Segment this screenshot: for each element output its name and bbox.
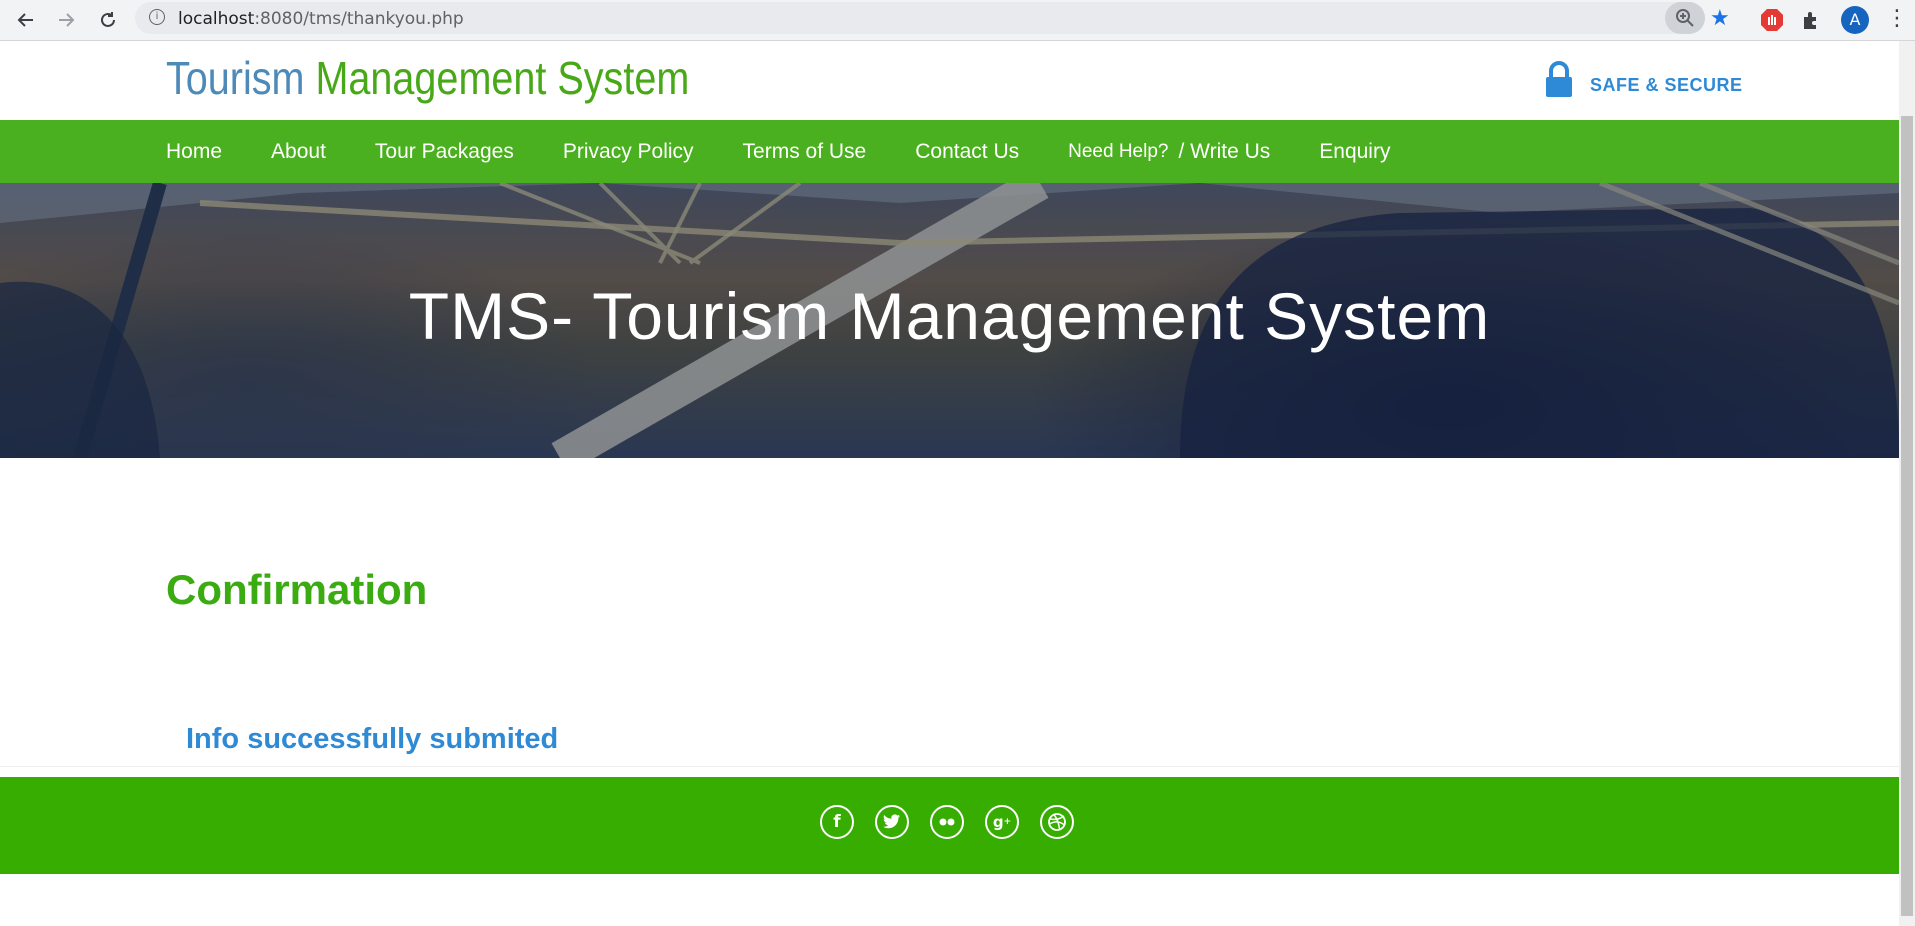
hero-banner: TMS- Tourism Management System bbox=[0, 183, 1899, 458]
lock-icon bbox=[1544, 61, 1574, 97]
dribbble-icon[interactable] bbox=[1040, 805, 1074, 839]
nav-item-privacy-policy[interactable]: Privacy Policy bbox=[563, 140, 694, 164]
nav-item-home[interactable]: Home bbox=[166, 140, 222, 164]
banner-title: TMS- Tourism Management System bbox=[408, 279, 1491, 353]
back-arrow-icon[interactable] bbox=[12, 6, 40, 34]
nav-item-about[interactable]: About bbox=[271, 140, 326, 164]
url-host: localhost bbox=[178, 9, 255, 29]
nav-item-contact-us[interactable]: Contact Us bbox=[915, 140, 1019, 164]
profile-avatar[interactable]: A bbox=[1841, 6, 1869, 34]
reload-icon[interactable] bbox=[94, 6, 122, 34]
info-icon[interactable]: i bbox=[149, 9, 165, 25]
scrollbar-thumb[interactable] bbox=[1901, 116, 1913, 916]
nav-item-write-us[interactable]: / Write Us bbox=[1178, 140, 1270, 164]
star-icon[interactable]: ★ bbox=[1710, 6, 1730, 31]
zoom-icon[interactable] bbox=[1665, 2, 1705, 34]
logo-word-tourism: Tourism bbox=[166, 52, 305, 104]
browser-toolbar: i localhost:8080/tms/thankyou.php ★ A ⋮ bbox=[0, 0, 1915, 41]
nav-item-terms-of-use[interactable]: Terms of Use bbox=[743, 140, 867, 164]
nav-need-help: Need Help? bbox=[1068, 140, 1169, 162]
confirmation-heading: Confirmation bbox=[166, 566, 428, 613]
menu-icon[interactable]: ⋮ bbox=[1886, 6, 1908, 31]
nav-item-tour-packages[interactable]: Tour Packages bbox=[375, 140, 514, 164]
google-plus-icon[interactable]: g + bbox=[985, 805, 1019, 839]
footer-divider bbox=[0, 766, 1899, 767]
confirmation-message: Info successfully submited bbox=[186, 723, 559, 755]
page-scrollbar[interactable] bbox=[1899, 41, 1915, 926]
adblock-icon[interactable] bbox=[1760, 8, 1784, 32]
url-path: :8080/tms/thankyou.php bbox=[254, 9, 464, 29]
safe-secure-label: SAFE & SECURE bbox=[1590, 74, 1743, 95]
site-logo[interactable]: Tourism Management System bbox=[166, 51, 689, 105]
logo-word-rest: Management System bbox=[304, 52, 690, 104]
site-footer: f g + bbox=[0, 777, 1899, 874]
forward-arrow-icon[interactable] bbox=[52, 6, 80, 34]
site-header: Tourism Management System SAFE & SECURE bbox=[0, 41, 1899, 120]
extensions-icon[interactable] bbox=[1800, 8, 1824, 32]
main-nav: Home About Tour Packages Privacy Policy … bbox=[0, 120, 1899, 183]
flickr-icon[interactable] bbox=[930, 805, 964, 839]
safe-secure-badge: SAFE & SECURE bbox=[1544, 61, 1743, 97]
url-text[interactable]: localhost:8080/tms/thankyou.php bbox=[178, 9, 464, 29]
facebook-icon[interactable]: f bbox=[820, 805, 854, 839]
nav-item-enquiry[interactable]: Enquiry bbox=[1319, 140, 1390, 164]
twitter-icon[interactable] bbox=[875, 805, 909, 839]
address-bar[interactable]: i localhost:8080/tms/thankyou.php bbox=[135, 2, 1705, 34]
social-links: f g + bbox=[820, 805, 1095, 839]
